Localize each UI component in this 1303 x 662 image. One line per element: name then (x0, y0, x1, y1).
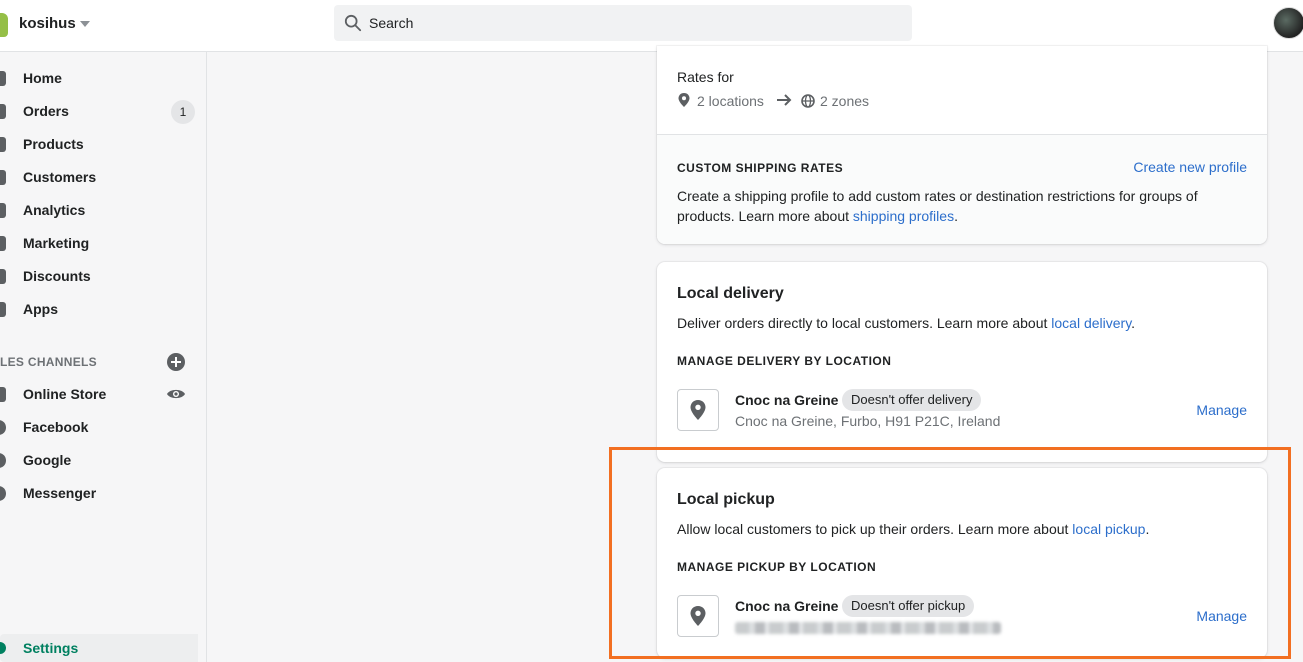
create-new-profile-link[interactable]: Create new profile (1133, 159, 1247, 175)
shipping-profiles-link[interactable]: shipping profiles (853, 208, 954, 224)
shipping-profiles-card: Rates for 2 locations 2 zones CUSTOM SHI… (657, 46, 1267, 244)
globe-icon (801, 94, 815, 108)
facebook-icon (0, 420, 6, 435)
sidebar-item-label: Online Store (23, 386, 107, 402)
location-pin-icon (678, 93, 690, 107)
local-delivery-title: Local delivery (677, 285, 784, 302)
sidebar-item-label: Analytics (23, 202, 86, 218)
sidebar-item-marketing[interactable]: Marketing (0, 230, 207, 258)
location-pin-icon (690, 400, 706, 420)
gear-icon (0, 642, 6, 654)
sidebar-item-messenger[interactable]: Messenger (0, 480, 207, 508)
chevron-down-icon[interactable] (80, 21, 90, 27)
sidebar-item-google[interactable]: Google (0, 447, 207, 475)
rates-for-label: Rates for (677, 69, 734, 85)
avatar[interactable] (1273, 7, 1303, 39)
sidebar-item-label: Marketing (23, 235, 90, 251)
sidebar-item-facebook[interactable]: Facebook (0, 414, 207, 442)
location-thumbnail (677, 389, 719, 431)
local-delivery-card: Local delivery Deliver orders directly t… (657, 262, 1267, 462)
apps-icon (0, 302, 6, 317)
sidebar-item-apps[interactable]: Apps (0, 296, 207, 324)
sidebar-item-home[interactable]: Home (0, 65, 207, 93)
description-text: Deliver orders directly to local custome… (677, 315, 1048, 331)
sidebar-item-settings[interactable]: Settings (0, 634, 198, 662)
tag-icon (0, 137, 6, 152)
add-channel-icon[interactable] (167, 353, 185, 371)
store-name[interactable]: kosihus (19, 15, 76, 32)
arrow-right-icon (777, 94, 792, 106)
sidebar-item-label: Home (23, 70, 62, 86)
manage-delivery-heading: MANAGE DELIVERY BY LOCATION (677, 354, 892, 368)
home-icon (0, 71, 6, 86)
highlight-box (609, 447, 1291, 659)
search-placeholder: Search (369, 15, 414, 31)
sidebar-item-label: Orders (23, 103, 69, 119)
sidebar-item-customers[interactable]: Customers (0, 164, 207, 192)
shopify-logo-icon[interactable] (0, 13, 8, 37)
sidebar-item-discounts[interactable]: Discounts (0, 263, 207, 291)
sidebar-item-label: Settings (23, 640, 79, 656)
custom-shipping-description: Create a shipping profile to add custom … (677, 188, 1198, 204)
manage-delivery-button[interactable]: Manage (1196, 402, 1247, 418)
store-icon (0, 387, 6, 402)
period: . (954, 208, 958, 224)
sidebar-item-label: Products (23, 136, 84, 152)
sidebar-item-label: Messenger (23, 485, 97, 501)
local-delivery-link[interactable]: local delivery (1051, 315, 1131, 331)
sidebar-item-label: Apps (23, 301, 58, 317)
sidebar-item-analytics[interactable]: Analytics (0, 197, 207, 225)
locations-count: 2 locations (697, 93, 764, 109)
custom-shipping-section: CUSTOM SHIPPING RATES Create new profile… (657, 134, 1267, 244)
custom-shipping-heading: CUSTOM SHIPPING RATES (677, 161, 844, 175)
megaphone-icon (0, 236, 6, 251)
eye-icon[interactable] (166, 387, 186, 401)
sales-channels-heading: LES CHANNELS (0, 355, 97, 369)
sidebar-item-label: Customers (23, 169, 97, 185)
discount-icon (0, 269, 6, 284)
sidebar-item-label: Google (23, 452, 72, 468)
sidebar-item-label: Facebook (23, 419, 89, 435)
local-delivery-description: Deliver orders directly to local custome… (677, 315, 1135, 331)
messenger-icon (0, 486, 6, 501)
sidebar-item-products[interactable]: Products (0, 131, 207, 159)
status-badge: Doesn't offer delivery (842, 389, 982, 411)
sidebar-item-label: Discounts (23, 268, 91, 284)
period: . (1131, 315, 1136, 331)
location-address: Cnoc na Greine, Furbo, H91 P21C, Ireland (735, 413, 1001, 429)
search-icon (344, 14, 362, 32)
location-name: Cnoc na Greine (735, 392, 839, 408)
customer-icon (0, 170, 6, 185)
search-input[interactable]: Search (334, 5, 912, 41)
custom-shipping-description-line2: products. Learn more about shipping prof… (677, 208, 958, 224)
google-icon (0, 453, 6, 468)
zones-count: 2 zones (820, 93, 870, 109)
orders-count-badge: 1 (171, 100, 195, 124)
top-bar: kosihus Search (0, 0, 1303, 52)
analytics-icon (0, 203, 6, 218)
orders-icon (0, 104, 6, 119)
description-text: products. Learn more about (677, 208, 849, 224)
sidebar: Home Orders 1 Products Customers Analyti… (0, 52, 207, 662)
